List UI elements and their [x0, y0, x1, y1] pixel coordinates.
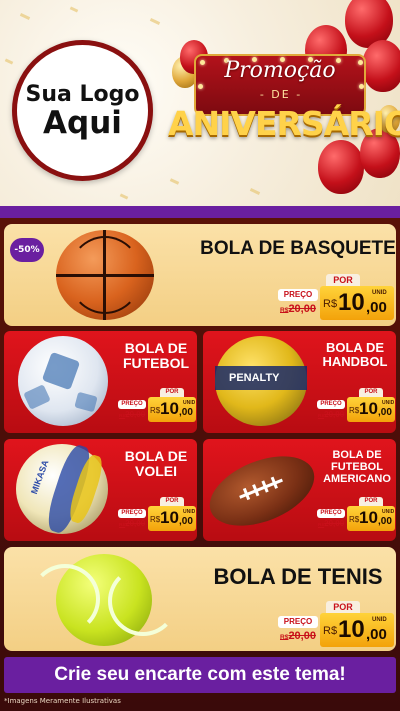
price-tag: POR PREÇO R$20,00 R$ 10 UNID ,00: [317, 388, 395, 424]
old-price: R$20,00: [318, 410, 345, 419]
price-tag: POR PREÇO R$20,00 R$ 10 UNID ,00: [274, 601, 394, 647]
old-price: R$20,00: [119, 410, 146, 419]
handball-brand: PENALTY: [229, 372, 280, 384]
american-football-icon: [199, 442, 325, 540]
price-tag: POR PREÇO R$20,00 R$ 10 UNID ,00: [118, 497, 196, 533]
product-name: BOLA DE FUTEBOL: [122, 340, 190, 372]
new-price-box: R$ 10 UNID ,00: [148, 506, 196, 531]
old-price: R$20,00: [280, 303, 316, 315]
header-banner: Sua Logo Aqui Promoção - DE - ANIVERSÁRI…: [0, 0, 400, 212]
product-card-americano[interactable]: BOLA DE FUTEBOL AMERICANO POR PREÇO R$20…: [199, 439, 396, 541]
old-price: R$20,00: [119, 519, 146, 528]
old-price: R$20,00: [318, 519, 345, 528]
confetti: [249, 188, 261, 195]
promo-anniversary-title: ANIVERSÁRIO: [168, 104, 400, 143]
new-price-box: R$ 10 UNID ,00: [320, 613, 394, 647]
product-name: BOLA DE TENIS: [213, 564, 383, 589]
product-card-handbol[interactable]: PENALTY BOLA DE HANDBOL POR PREÇO R$20,0…: [203, 331, 396, 433]
create-flyer-button[interactable]: Crie seu encarte com este tema!: [4, 657, 396, 693]
price-tag: POR PREÇO R$20,00 R$ 10 UNID ,00: [274, 274, 394, 320]
new-price-box: R$ 10 UNID ,00: [347, 506, 395, 531]
price-tag: POR PREÇO R$20,00 R$ 10 UNID ,00: [118, 388, 196, 424]
new-price-box: R$ 10 UNID ,00: [320, 286, 394, 320]
tennis-ball-icon: [30, 554, 178, 646]
logo-text-line1: Sua Logo: [25, 81, 140, 107]
preco-label: PREÇO: [278, 289, 318, 301]
confetti: [149, 18, 161, 25]
product-name: BOLA DE HANDBOL: [322, 340, 388, 370]
confetti: [169, 178, 180, 185]
product-card-futebol[interactable]: BOLA DE FUTEBOL POR PREÇO R$20,00 R$ 10 …: [4, 331, 197, 433]
price-tag: POR PREÇO R$20,00 R$ 10 UNID ,00: [317, 497, 395, 533]
product-name: BOLA DE FUTEBOL AMERICANO: [323, 449, 391, 486]
disclaimer: *Imagens Meramente Ilustrativas: [4, 697, 121, 705]
new-price-box: R$ 10 UNID ,00: [347, 397, 395, 422]
logo-text-line2: Aqui: [43, 104, 122, 141]
product-card-tenis[interactable]: BOLA DE TENIS POR PREÇO R$20,00 R$ 10 UN…: [4, 547, 396, 651]
confetti: [19, 13, 31, 20]
product-card-volei[interactable]: MIKASA BOLA DE VOLEI POR PREÇO R$20,00 R…: [4, 439, 197, 541]
logo-placeholder[interactable]: Sua Logo Aqui: [12, 40, 153, 181]
product-name: BOLA DE VOLEI: [124, 448, 188, 480]
promo-de: - DE -: [259, 88, 303, 101]
price-integer: 10: [338, 289, 365, 316]
price-cents: ,00: [366, 299, 387, 316]
por-label: POR: [326, 274, 360, 286]
confetti: [119, 193, 129, 200]
promo-title-banner: Promoção - DE - ANIVERSÁRIO: [168, 48, 400, 158]
volleyball-brand: MIKASA: [28, 458, 51, 496]
basketball-icon: [56, 230, 154, 320]
confetti: [69, 6, 79, 13]
soccer-ball-icon: [18, 336, 108, 426]
handball-icon: PENALTY: [215, 336, 307, 426]
promo-title: Promoção: [224, 58, 336, 83]
product-name: BOLA DE BASQUETE: [200, 238, 396, 259]
new-price-box: R$ 10 UNID ,00: [148, 397, 196, 422]
discount-badge: -50%: [10, 238, 44, 262]
volleyball-icon: MIKASA: [16, 442, 108, 536]
product-card-basquete[interactable]: -50% BOLA DE BASQUETE POR PREÇO R$20,00 …: [4, 224, 396, 326]
old-price: R$20,00: [280, 630, 316, 642]
confetti: [4, 58, 14, 65]
